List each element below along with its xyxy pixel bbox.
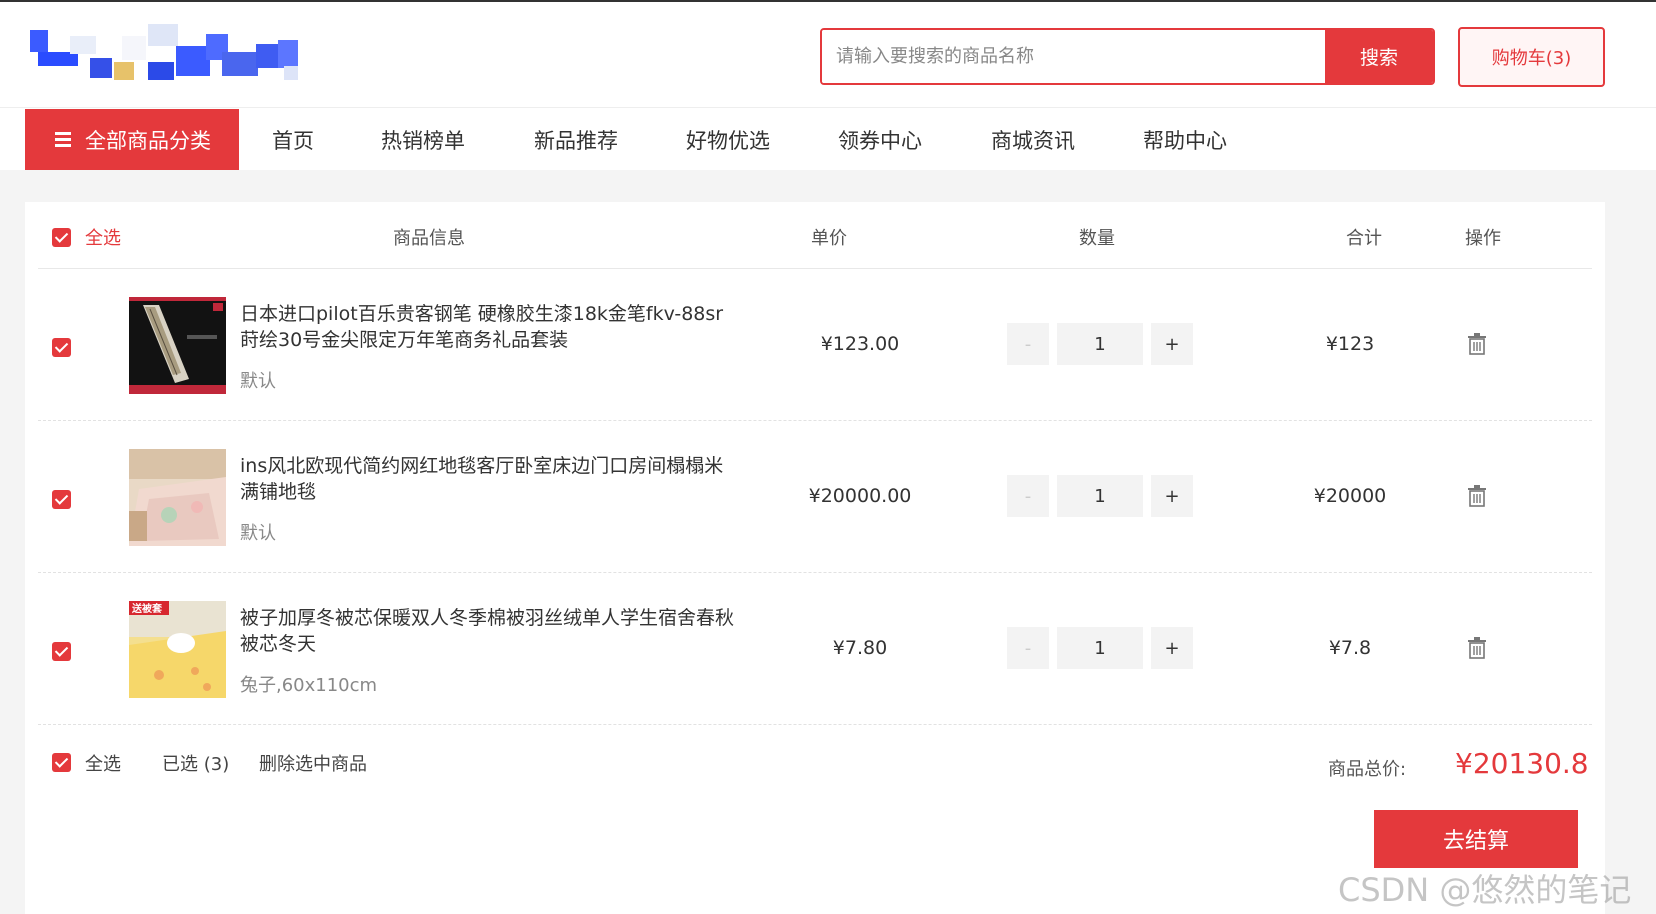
cart-item-row: ins风北欧现代简约网红地毯客厅卧室床边门口房间榻榻米满铺地毯 默认 ¥2000… <box>25 421 1605 573</box>
item-checkbox[interactable] <box>52 642 71 661</box>
product-spec: 默认 <box>240 371 276 392</box>
selected-count: 已选 (3) <box>162 754 230 775</box>
trash-icon[interactable] <box>1468 485 1486 507</box>
quantity-stepper: - 1 + <box>1007 475 1193 517</box>
product-image[interactable] <box>129 297 226 394</box>
trash-icon[interactable] <box>1468 637 1486 659</box>
nav-item-new[interactable]: 新品推荐 <box>534 125 618 155</box>
quantity-stepper: - 1 + <box>1007 627 1193 669</box>
item-checkbox[interactable] <box>52 490 71 509</box>
quantity-value[interactable]: 1 <box>1057 323 1143 365</box>
nav-item-picks[interactable]: 好物优选 <box>686 125 770 155</box>
product-spec: 兔子,60x110cm <box>240 675 378 696</box>
increase-button[interactable]: + <box>1151 323 1193 365</box>
watermark: CSDN @悠然的笔记本 <box>1338 871 1632 909</box>
nav-item-hot[interactable]: 热销榜单 <box>381 125 465 155</box>
header-bar: 搜索 购物车(3) <box>0 0 1656 108</box>
decrease-button[interactable]: - <box>1007 323 1049 365</box>
column-header-info: 商品信息 <box>393 228 465 249</box>
quantity-value[interactable]: 1 <box>1057 475 1143 517</box>
cart-item-row: 日本进口pilot百乐贵客钢笔 硬橡胶生漆18k金笔fkv-88sr莳绘30号金… <box>25 269 1605 421</box>
product-title[interactable]: ins风北欧现代简约网红地毯客厅卧室床边门口房间榻榻米满铺地毯 <box>240 453 740 505</box>
category-menu-button[interactable]: 全部商品分类 <box>25 109 239 170</box>
row-divider <box>38 724 1592 725</box>
total-value: ¥20130.8 <box>1455 747 1589 780</box>
main-nav: 全部商品分类 首页 热销榜单 新品推荐 好物优选 领券中心 商城资讯 帮助中心 <box>0 108 1656 170</box>
product-title[interactable]: 被子加厚冬被芯保暖双人冬季棉被羽丝绒单人学生宿舍春秋被芯冬天 <box>240 605 740 657</box>
product-image[interactable]: 送被套 <box>129 601 226 698</box>
increase-button[interactable]: + <box>1151 475 1193 517</box>
column-header-subtotal: 合计 <box>1346 228 1382 249</box>
total-label: 商品总价: <box>1328 759 1407 780</box>
nav-item-news[interactable]: 商城资讯 <box>991 125 1075 155</box>
unit-price: ¥123.00 <box>820 333 900 355</box>
select-all-checkbox[interactable] <box>52 228 71 247</box>
category-menu-label: 全部商品分类 <box>85 128 211 153</box>
item-checkbox[interactable] <box>52 338 71 357</box>
image-badge-text: 送被套 <box>131 602 163 615</box>
select-all-label[interactable]: 全选 <box>85 224 121 250</box>
product-title[interactable]: 日本进口pilot百乐贵客钢笔 硬橡胶生漆18k金笔fkv-88sr莳绘30号金… <box>240 301 740 353</box>
product-image[interactable] <box>129 449 226 546</box>
delete-selected-button[interactable]: 删除选中商品 <box>259 750 367 776</box>
nav-item-home[interactable]: 首页 <box>272 125 314 155</box>
quantity-stepper: - 1 + <box>1007 323 1193 365</box>
increase-button[interactable]: + <box>1151 627 1193 669</box>
trash-icon[interactable] <box>1468 333 1486 355</box>
footer-select-all-label[interactable]: 全选 <box>85 750 121 776</box>
nav-item-help[interactable]: 帮助中心 <box>1143 125 1227 155</box>
item-subtotal: ¥20000 <box>1313 485 1387 507</box>
search-box: 搜索 <box>820 28 1435 85</box>
footer-select-all-checkbox[interactable] <box>52 753 71 772</box>
product-spec: 默认 <box>240 523 276 544</box>
checkout-button[interactable]: 去结算 <box>1374 810 1578 868</box>
cart-button[interactable]: 购物车(3) <box>1458 27 1605 87</box>
quantity-value[interactable]: 1 <box>1057 627 1143 669</box>
search-input[interactable] <box>822 30 1325 83</box>
search-button[interactable]: 搜索 <box>1325 30 1433 83</box>
cart-panel: 全选 商品信息 单价 数量 合计 操作 日本进口pilot百乐贵客钢笔 硬橡胶生… <box>25 202 1605 914</box>
nav-item-coupons[interactable]: 领券中心 <box>838 125 922 155</box>
decrease-button[interactable]: - <box>1007 627 1049 669</box>
item-subtotal: ¥123 <box>1325 333 1375 355</box>
decrease-button[interactable]: - <box>1007 475 1049 517</box>
column-header-quantity: 数量 <box>1079 228 1115 249</box>
item-subtotal: ¥7.8 <box>1328 637 1372 659</box>
unit-price: ¥7.80 <box>832 637 888 659</box>
column-header-price: 单价 <box>811 228 847 249</box>
menu-icon <box>55 129 71 150</box>
unit-price: ¥20000.00 <box>808 485 912 507</box>
column-header-action: 操作 <box>1465 228 1501 249</box>
cart-item-row: 送被套 被子加厚冬被芯保暖双人冬季棉被羽丝绒单人学生宿舍春秋被芯冬天 兔子,60… <box>25 573 1605 725</box>
logo[interactable] <box>30 22 315 90</box>
